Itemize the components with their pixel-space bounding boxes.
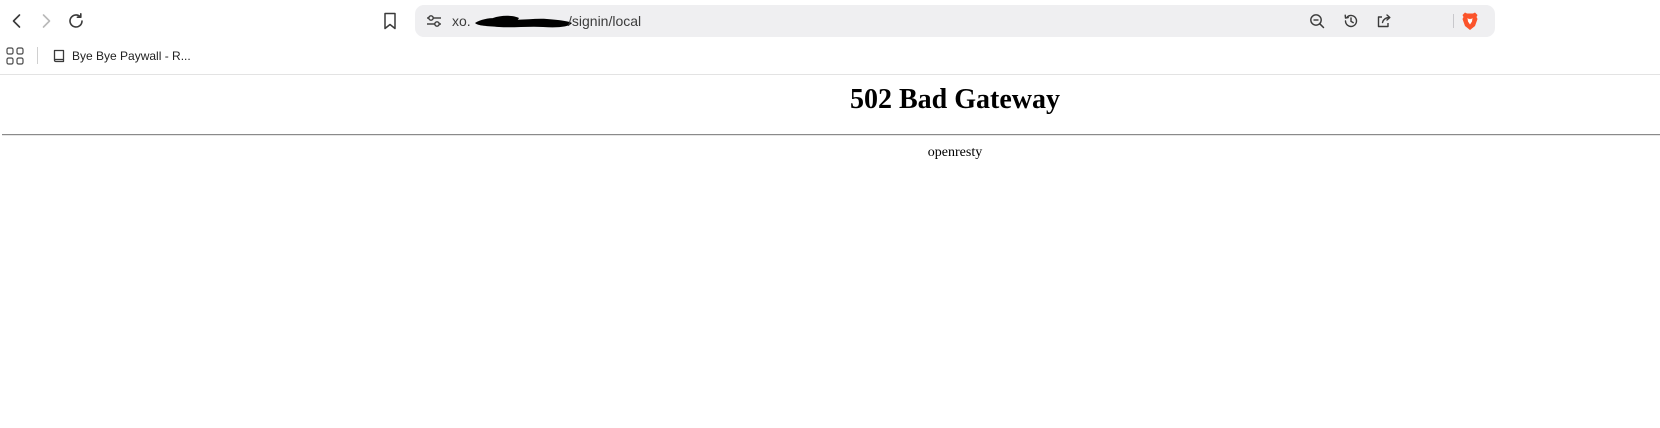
zoom-out-icon <box>1310 14 1325 29</box>
browser-toolbar: xo. /signin/local <box>0 0 1660 40</box>
forward-arrow-icon <box>42 14 51 28</box>
reload-button[interactable] <box>63 8 89 34</box>
page-content: 502 Bad Gateway openresty <box>0 76 1660 428</box>
apps-button[interactable] <box>6 47 24 65</box>
url-host: xo. <box>452 13 471 29</box>
redaction-mark <box>475 15 572 28</box>
book-icon <box>53 49 65 63</box>
history-button[interactable] <box>1340 11 1362 31</box>
url-path: /signin/local <box>568 13 642 29</box>
bookmark-page-button[interactable] <box>378 9 402 33</box>
apps-grid-icon <box>6 47 24 65</box>
back-button[interactable] <box>4 8 30 34</box>
brave-shields-icon <box>1462 12 1478 30</box>
share-button[interactable] <box>1373 11 1395 31</box>
server-name: openresty <box>927 145 983 160</box>
error-heading: 502 Bad Gateway <box>850 84 1060 115</box>
zoom-out-button[interactable] <box>1306 11 1328 31</box>
address-bar[interactable]: xo. /signin/local <box>415 5 1495 37</box>
site-settings-icon <box>427 15 441 27</box>
share-icon <box>1377 14 1391 28</box>
horizontal-rule <box>2 134 1660 136</box>
reload-icon <box>69 13 83 28</box>
brave-shields-button[interactable] <box>1459 11 1481 31</box>
history-icon <box>1344 14 1358 28</box>
site-settings-button[interactable] <box>423 11 445 31</box>
bookmark-icon <box>384 12 396 30</box>
bookmark-item-label: Bye Bye Paywall - R... <box>72 49 191 63</box>
forward-button[interactable] <box>33 8 59 34</box>
address-bar-divider <box>1453 14 1454 28</box>
bookmarks-bar: Bye Bye Paywall - R... <box>0 40 1660 75</box>
bookmark-item[interactable]: Bye Bye Paywall - R... <box>52 45 191 67</box>
back-arrow-icon <box>12 14 21 28</box>
bookmarks-divider <box>37 47 38 64</box>
